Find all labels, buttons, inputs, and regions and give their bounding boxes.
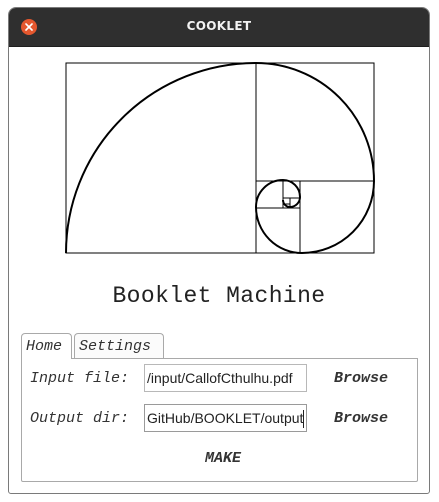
- browse-output-button[interactable]: Browse: [334, 410, 388, 427]
- app-window: COOKLET Booklet Machine Home Settings In…: [8, 7, 430, 494]
- title-bar[interactable]: COOKLET: [9, 8, 429, 47]
- output-dir-value: GitHub/BOOKLET/output: [147, 410, 304, 426]
- make-button[interactable]: MAKE: [205, 450, 241, 467]
- input-file-label: Input file:: [30, 370, 130, 387]
- tab-home[interactable]: Home: [21, 333, 72, 359]
- tab-settings[interactable]: Settings: [74, 333, 164, 358]
- browse-input-button[interactable]: Browse: [334, 370, 388, 387]
- output-dir-label: Output dir:: [30, 410, 130, 427]
- window-title: COOKLET: [186, 19, 252, 33]
- page-title: Booklet Machine: [112, 283, 326, 309]
- input-file-value: /input/CallofCthulhu.pdf: [147, 370, 293, 386]
- output-dir-field[interactable]: GitHub/BOOKLET/output: [144, 404, 307, 432]
- home-panel: Input file: /input/CallofCthulhu.pdf Bro…: [21, 358, 418, 482]
- fibonacci-spiral-logo: [65, 62, 375, 254]
- input-file-field[interactable]: /input/CallofCthulhu.pdf: [144, 364, 307, 392]
- text-cursor: [303, 410, 305, 429]
